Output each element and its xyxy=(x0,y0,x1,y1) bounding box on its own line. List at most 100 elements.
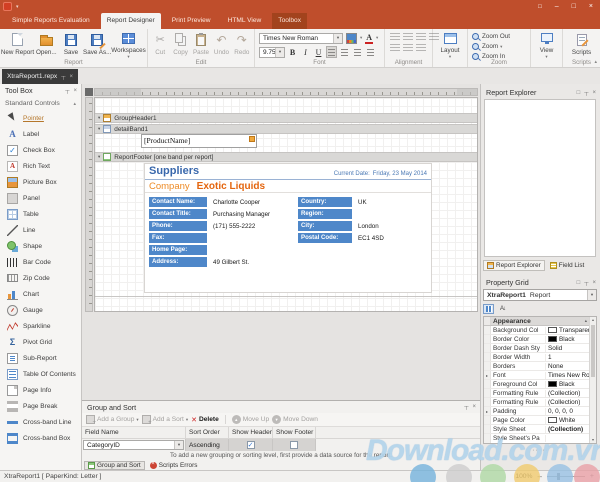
band-collapse-icon[interactable] xyxy=(98,126,100,132)
pin-icon[interactable] xyxy=(61,74,65,80)
toolbox-item-shape[interactable]: Shape xyxy=(0,238,81,254)
property-row[interactable]: Background ColTransparent xyxy=(484,326,589,335)
move-up-button[interactable]: Move Up xyxy=(232,415,269,424)
property-row[interactable]: Style Sheet(Collection) xyxy=(484,425,589,434)
toolbox-item-cross-band-line[interactable]: Cross-band Line xyxy=(0,414,81,430)
selected-object-combo[interactable]: XtraReport1 Report xyxy=(483,289,597,301)
tab-print-preview[interactable]: Print Preview xyxy=(166,13,217,29)
property-grid-scrollbar[interactable] xyxy=(589,317,596,443)
property-row[interactable]: FontTimes New Roman,... xyxy=(484,371,589,380)
field-name-combo[interactable]: CategoryID xyxy=(83,440,184,450)
tab-toolbox[interactable]: Toolbox xyxy=(272,13,307,29)
tab-scripts-errors[interactable]: Scripts Errors xyxy=(147,461,201,470)
pin-icon[interactable] xyxy=(584,280,588,286)
tab-field-list[interactable]: Field List xyxy=(547,260,588,271)
band-collapse-icon[interactable] xyxy=(98,154,100,160)
dock-splitter-handle[interactable]: ····· xyxy=(481,448,600,454)
move-down-button[interactable]: Move Down xyxy=(272,415,318,424)
undo-button[interactable]: Undo xyxy=(211,31,231,60)
font-color-caret-icon[interactable] xyxy=(376,35,378,41)
pin-icon[interactable] xyxy=(65,88,69,94)
close-button[interactable] xyxy=(589,1,593,13)
align-center-button[interactable] xyxy=(339,46,350,58)
zoom-slider[interactable] xyxy=(547,476,585,477)
scrollbar-thumb[interactable] xyxy=(591,325,595,377)
italic-button[interactable]: I xyxy=(300,46,311,58)
scroll-down-icon[interactable] xyxy=(590,437,596,443)
band-collapse-icon[interactable] xyxy=(98,115,100,121)
suppliers-report-content[interactable]: Suppliers Current Date: Friday, 23 May 2… xyxy=(144,163,432,293)
copy-button[interactable]: Copy xyxy=(170,31,190,60)
align-centers-icon[interactable] xyxy=(403,33,413,42)
maximize-icon[interactable] xyxy=(577,280,581,286)
scripts-button[interactable]: Scripts xyxy=(565,31,598,60)
maximize-icon[interactable] xyxy=(577,90,581,96)
cut-button[interactable]: Cut xyxy=(150,31,170,60)
align-rights-icon[interactable] xyxy=(416,33,426,42)
toolbox-item-table[interactable]: Table xyxy=(0,206,81,222)
toolbox-item-pivot-grid[interactable]: Pivot Grid xyxy=(0,334,81,350)
column-show-footer[interactable]: Show Footer xyxy=(273,427,316,438)
toolbox-item-pointer[interactable]: Pointer xyxy=(0,110,81,126)
toolbox-item-label[interactable]: Label xyxy=(0,126,81,142)
band-group-header[interactable]: GroupHeader1 xyxy=(95,113,477,123)
maximize-button[interactable] xyxy=(572,1,576,13)
add-a-group-button[interactable]: Add a Group xyxy=(86,415,139,424)
save-as-button[interactable]: Save As... xyxy=(82,31,112,60)
zoom-in-slider-button[interactable]: + xyxy=(590,473,594,480)
tab-simple-reports-evaluation[interactable]: Sim​ple Reports Evaluation xyxy=(6,13,96,29)
fill-color-button[interactable] xyxy=(345,32,358,44)
column-field-name[interactable]: Field Name xyxy=(82,427,186,438)
tab-report-designer[interactable]: Report Designer xyxy=(101,13,161,29)
object-combo-caret-icon[interactable] xyxy=(587,290,596,300)
minimize-button[interactable]: – xyxy=(555,1,559,13)
toolbox-item-cross-band-box[interactable]: Cross-band Box xyxy=(0,430,81,446)
font-color-button[interactable] xyxy=(364,32,374,44)
property-row[interactable]: Border Dash StySolid xyxy=(484,344,589,353)
tab-group-and-sort[interactable]: Group and Sort xyxy=(84,461,145,470)
close-document-icon[interactable] xyxy=(69,74,73,80)
detail-band-area[interactable]: [ProductName] xyxy=(95,134,477,149)
tab-report-explorer[interactable]: Report Explorer xyxy=(483,260,545,271)
group-and-sort-row[interactable]: CategoryID Ascending xyxy=(82,439,480,451)
pin-icon[interactable] xyxy=(464,404,468,410)
toolbox-item-page-break[interactable]: Page Break xyxy=(0,398,81,414)
zoom-out-slider-button[interactable]: – xyxy=(537,473,541,481)
align-middles-icon[interactable] xyxy=(390,44,400,53)
product-name-label-control[interactable]: [ProductName] xyxy=(141,134,257,148)
toolbox-item-line[interactable]: Line xyxy=(0,222,81,238)
property-row[interactable]: Formatting Rule(Collection) xyxy=(484,389,589,398)
view-button[interactable]: View xyxy=(533,31,560,60)
align-bottoms-icon[interactable] xyxy=(403,44,413,53)
quick-access-caret-icon[interactable] xyxy=(16,4,19,10)
toolbox-item-page-info[interactable]: Page Info xyxy=(0,382,81,398)
underline-button[interactable]: U xyxy=(313,46,324,58)
close-icon[interactable] xyxy=(592,280,596,286)
zoom-dropdown-button[interactable]: Zoom xyxy=(472,42,510,51)
ribbon-collapse-button[interactable] xyxy=(594,59,597,65)
ribbon-style-icon[interactable] xyxy=(538,1,542,13)
show-footer-checkbox[interactable] xyxy=(290,441,298,449)
close-icon[interactable] xyxy=(472,404,476,410)
new-report-button[interactable]: New Report xyxy=(2,31,33,60)
smart-tag-icon[interactable] xyxy=(249,136,255,142)
property-row[interactable]: BordersNone xyxy=(484,362,589,371)
alphabetical-sort-button[interactable] xyxy=(497,304,508,314)
toolbox-item-gauge[interactable]: Gauge xyxy=(0,302,81,318)
tab-html-view[interactable]: HTML View xyxy=(222,13,268,29)
toolbox-item-bar-code[interactable]: Bar Code xyxy=(0,254,81,270)
zoom-out-button[interactable]: Zoom Out xyxy=(472,32,510,41)
property-row[interactable]: Padding0, 0, 0, 0 xyxy=(484,407,589,416)
toolbox-item-zip-code[interactable]: Zip Code xyxy=(0,270,81,286)
pin-icon[interactable] xyxy=(584,90,588,96)
paste-button[interactable]: Paste xyxy=(191,31,211,60)
property-row[interactable]: Border ColorBlack xyxy=(484,335,589,344)
property-row[interactable]: Style Sheet's Pa xyxy=(484,434,589,443)
categorized-view-button[interactable] xyxy=(483,304,494,314)
property-row[interactable]: Border Width1 xyxy=(484,353,589,362)
toolbox-item-panel[interactable]: Panel xyxy=(0,190,81,206)
toolbox-item-table-of-contents[interactable]: Table Of Contents xyxy=(0,366,81,382)
toolbox-section-standard-controls[interactable]: Standard Controls xyxy=(0,97,81,110)
report-page[interactable]: GroupHeader1 detailBand1 [ProductName] R… xyxy=(94,97,478,312)
align-right-button[interactable] xyxy=(352,46,363,58)
